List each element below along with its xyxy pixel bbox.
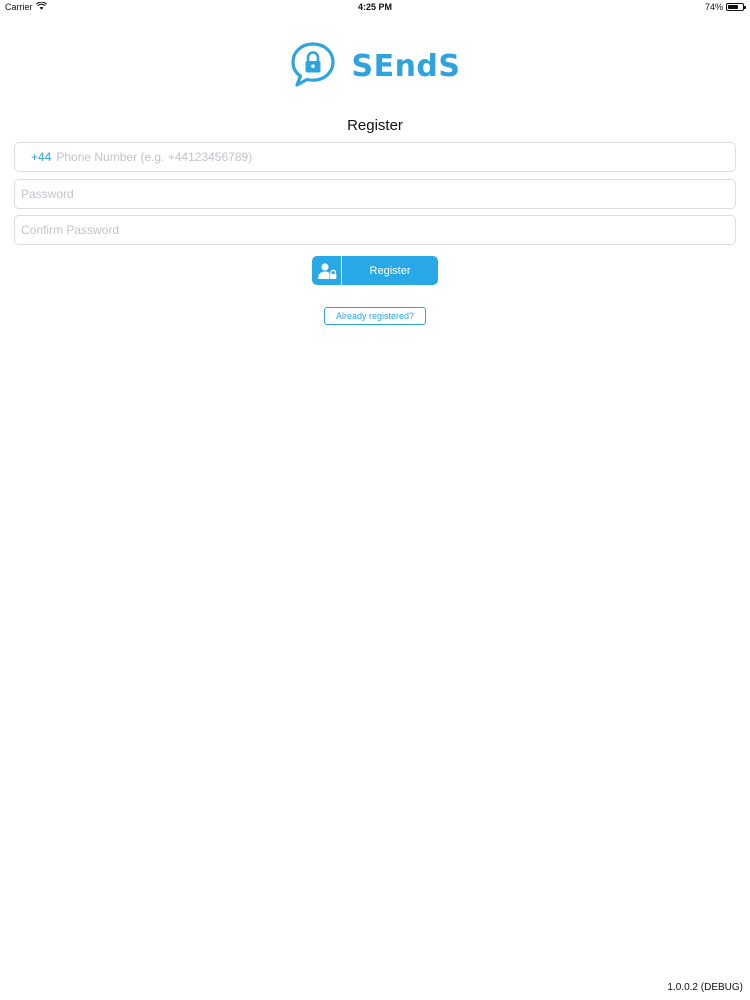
battery-icon bbox=[726, 3, 746, 11]
phone-number-field[interactable]: +44 bbox=[14, 142, 736, 172]
confirm-password-input[interactable] bbox=[21, 216, 735, 244]
phone-number-input[interactable] bbox=[56, 143, 735, 171]
status-time: 4:25 PM bbox=[357, 2, 392, 12]
already-registered-button[interactable]: Already registered? bbox=[324, 307, 426, 325]
confirm-password-field[interactable] bbox=[14, 215, 736, 245]
user-lock-icon bbox=[312, 256, 342, 285]
battery-fill bbox=[728, 5, 739, 9]
logo-text: SEndS bbox=[351, 48, 461, 84]
password-input[interactable] bbox=[21, 180, 735, 208]
lock-chat-bubble-icon bbox=[289, 40, 337, 93]
battery-percent: 74% bbox=[704, 2, 723, 12]
page-title: Register bbox=[347, 117, 403, 134]
register-button[interactable]: Register bbox=[312, 256, 438, 285]
app-logo: SEndS bbox=[0, 40, 750, 92]
register-button-label: Register bbox=[369, 264, 411, 277]
status-right: 74% bbox=[704, 2, 746, 12]
version-label: 1.0.0.2 (DEBUG) bbox=[667, 982, 743, 993]
status-bar: Carrier 4:25 PM 74% bbox=[0, 0, 750, 14]
register-screen: Carrier 4:25 PM 74% SEndS Register +44 P… bbox=[0, 0, 750, 1000]
country-code[interactable]: +44 bbox=[31, 150, 51, 164]
password-field[interactable] bbox=[14, 179, 736, 209]
